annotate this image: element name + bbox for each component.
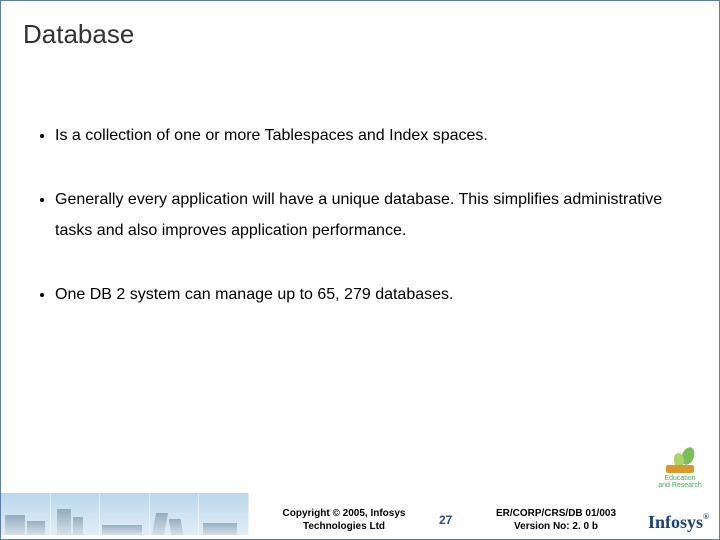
slide: Database Is a collection of one or more … bbox=[0, 0, 720, 540]
bullet-list: Is a collection of one or more Tablespac… bbox=[31, 121, 689, 311]
decorative-image-strip bbox=[1, 493, 249, 535]
leaf-book-icon bbox=[660, 447, 700, 473]
copyright-text: Copyright © 2005, Infosys Technologies L… bbox=[259, 507, 429, 533]
edu-line2: and Research bbox=[658, 482, 702, 489]
footer: Copyright © 2005, Infosys Technologies L… bbox=[1, 483, 719, 539]
ref-line2: Version No: 2. 0 b bbox=[514, 521, 598, 532]
bullet-item: Is a collection of one or more Tablespac… bbox=[55, 121, 689, 151]
education-research-logo: Education and Research bbox=[653, 447, 707, 489]
infosys-logo-text: Infosys bbox=[648, 512, 703, 532]
content-area: Is a collection of one or more Tablespac… bbox=[31, 121, 689, 345]
copyright-line1: Copyright © 2005, Infosys bbox=[283, 508, 406, 519]
bullet-item: One DB 2 system can manage up to 65, 279… bbox=[55, 280, 689, 310]
bullet-item: Generally every application will have a … bbox=[55, 185, 689, 246]
copyright-line2: Technologies Ltd bbox=[303, 521, 385, 532]
ref-line1: ER/CORP/CRS/DB 01/003 bbox=[496, 508, 616, 519]
slide-title: Database bbox=[1, 1, 719, 50]
registered-mark: ® bbox=[703, 512, 709, 521]
edu-line1: Education bbox=[664, 475, 695, 482]
page-number: 27 bbox=[439, 513, 452, 527]
infosys-logo: Infosys® bbox=[648, 512, 709, 533]
reference-text: ER/CORP/CRS/DB 01/003 Version No: 2. 0 b bbox=[481, 507, 631, 533]
